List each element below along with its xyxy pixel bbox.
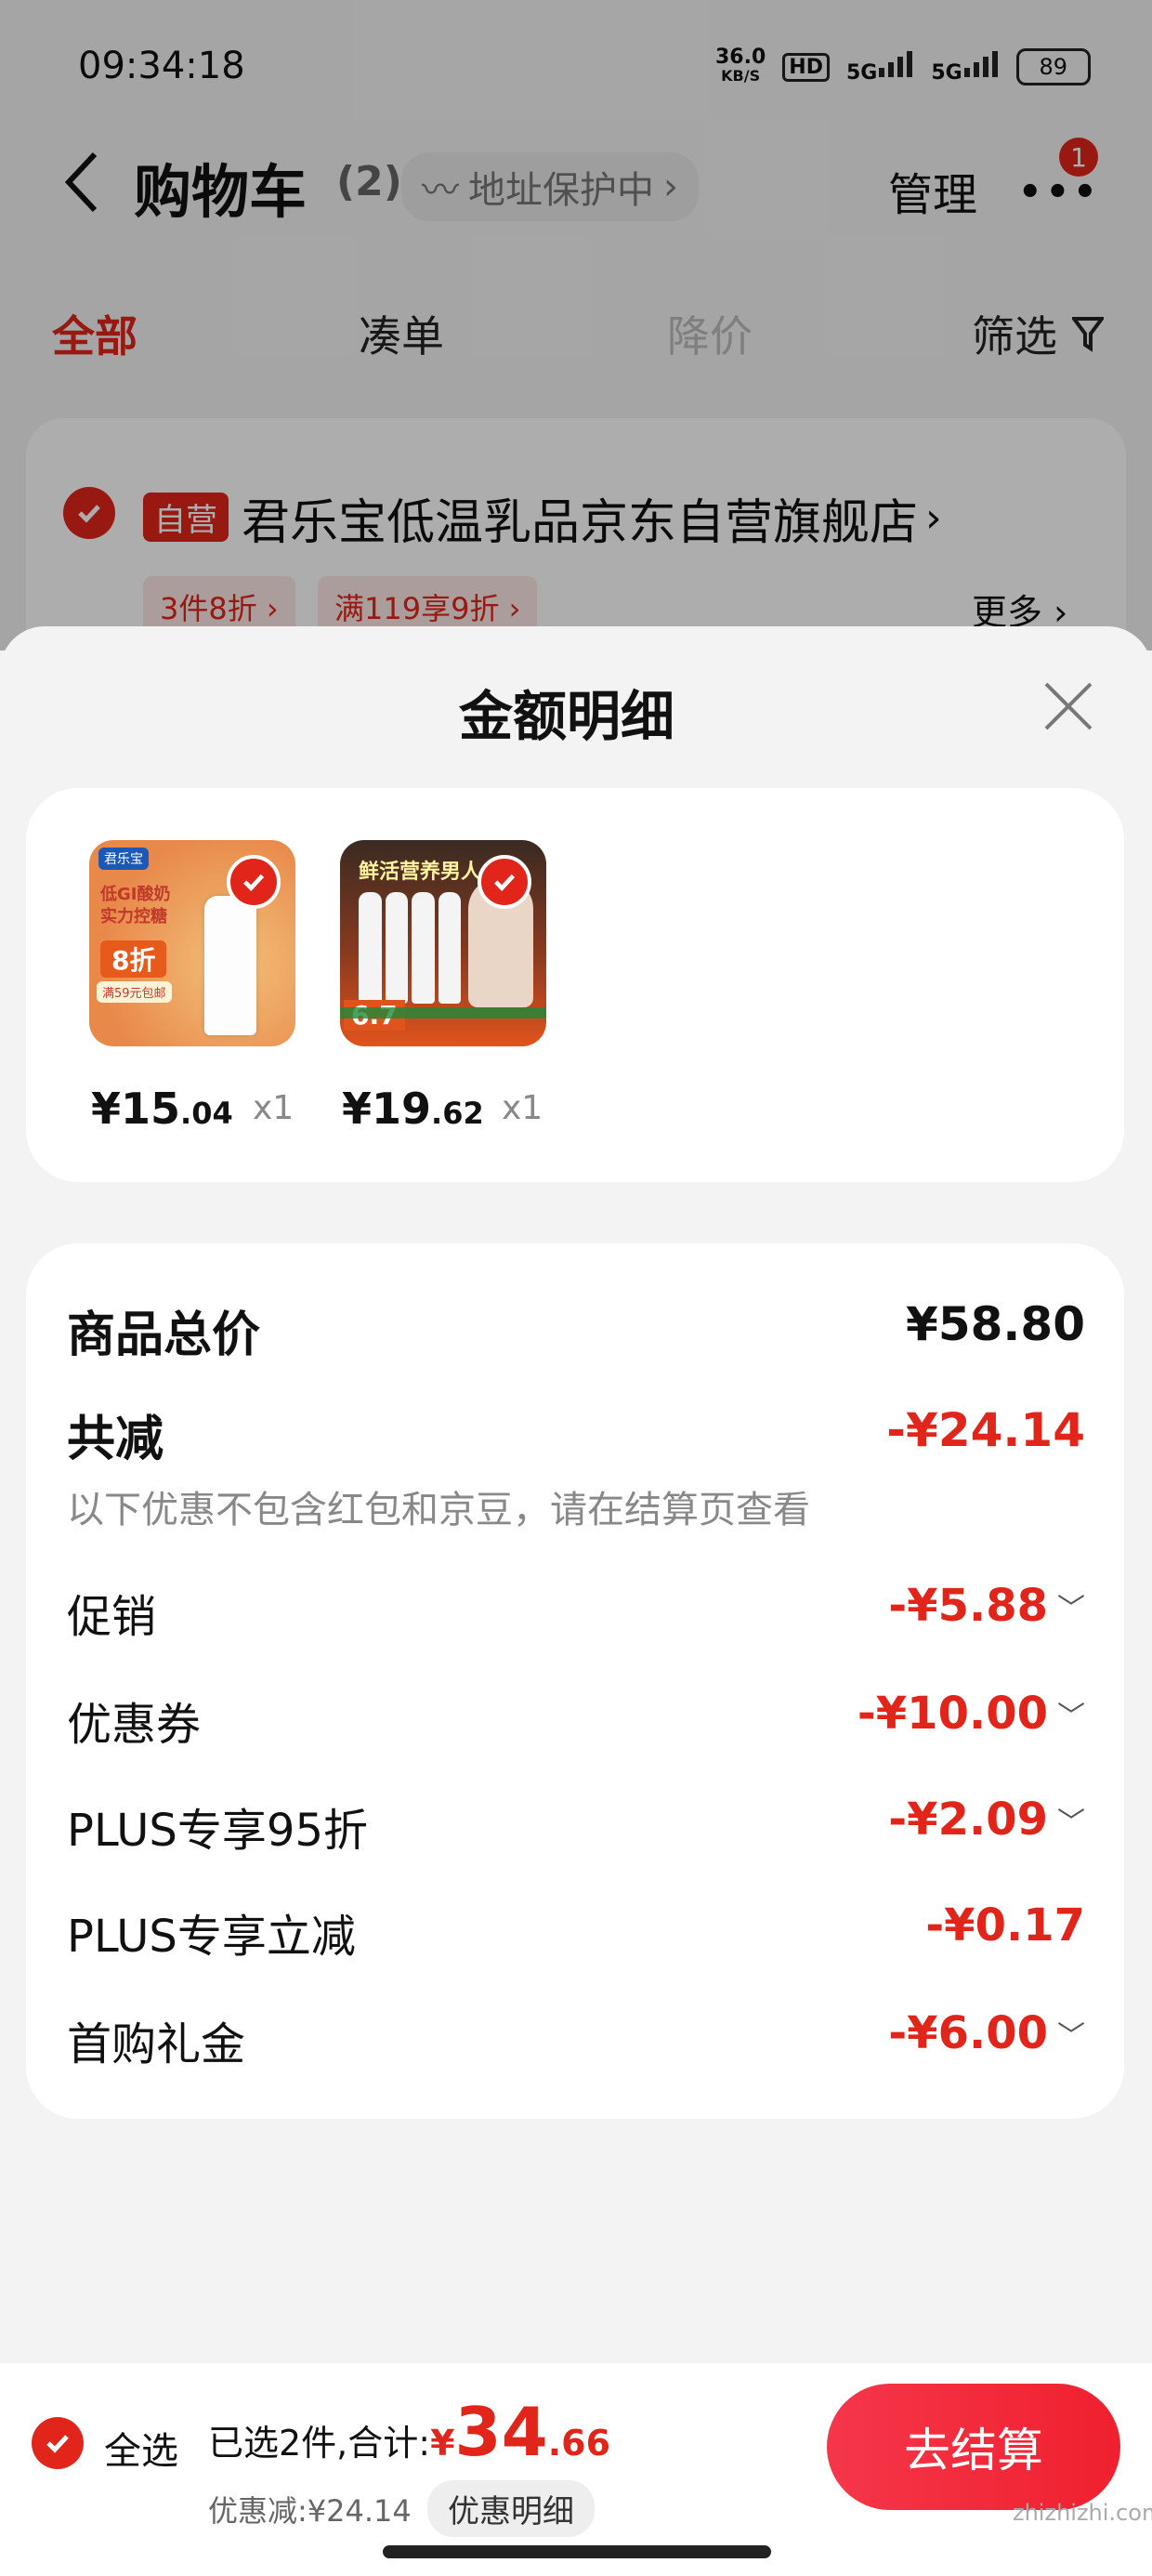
row-label-plus-95: PLUS专享95折 xyxy=(67,1805,368,1857)
total-reduce-label: 共减 xyxy=(67,1412,164,1467)
discount-note: 以下优惠不包含红包和京豆，请在结算页查看 xyxy=(67,1489,810,1531)
chevron-down-icon: ﹀ xyxy=(1057,1701,1085,1733)
select-all-check-icon[interactable] xyxy=(32,2417,84,2469)
home-indicator[interactable] xyxy=(383,2545,771,2558)
total-amount-int: 34 xyxy=(454,2393,548,2471)
green-strip xyxy=(340,1007,546,1019)
total-amount-dec: .66 xyxy=(547,2423,611,2464)
row-value-coupon[interactable]: -¥10.00 ﹀ xyxy=(857,1688,1085,1740)
watermark: zhizhizhi.com xyxy=(1013,2500,1152,2526)
total-reduce-value: -¥24.14 xyxy=(886,1403,1085,1457)
total-price-value: ¥58.80 xyxy=(906,1297,1085,1351)
discount-detail-button[interactable]: 优惠明细 xyxy=(427,2480,595,2537)
row-label-promotion: 促销 xyxy=(67,1591,157,1643)
row-value-plus-reduce: -¥0.17 xyxy=(925,1899,1085,1952)
item-qty-1: x1 xyxy=(253,1089,295,1127)
amount-detail-sheet: 金额明细 君乐宝 低GI酸奶 实力控糖 8折 满59元包邮 ¥15.04 x1 … xyxy=(0,626,1152,2576)
chevron-down-icon: ﹀ xyxy=(1057,2020,1085,2053)
checkout-button[interactable]: 去结算 xyxy=(827,2384,1120,2510)
bottle-shape xyxy=(204,896,256,1035)
row-value-promotion[interactable]: -¥5.88 ﹀ xyxy=(888,1580,1085,1632)
sheet-title: 金额明细 xyxy=(459,685,675,748)
row-value-first-gift[interactable]: -¥6.00 ﹀ xyxy=(888,2007,1085,2059)
dim-overlay[interactable] xyxy=(0,0,1152,651)
bottles-group xyxy=(359,892,461,1004)
item-qty-2: x1 xyxy=(502,1089,543,1127)
item-price-2: ¥19.62 xyxy=(342,1084,484,1134)
row-label-first-gift: 首购礼金 xyxy=(67,2018,246,2070)
chevron-down-icon: ﹀ xyxy=(1057,1807,1085,1839)
item-price-1: ¥15.04 xyxy=(91,1084,233,1134)
row-value-plus-95[interactable]: -¥2.09 ﹀ xyxy=(888,1794,1085,1846)
row-label-plus-reduce: PLUS专享立减 xyxy=(67,1911,356,1963)
summary-card: 商品总价 ¥58.80 共减 -¥24.14 以下优惠不包含红包和京豆，请在结算… xyxy=(26,1243,1124,2119)
checkout-bar: 全选 已选2件,合计: ¥ 34 .66 优惠减:¥24.14 优惠明细 去结算 xyxy=(0,2363,1152,2576)
discount-summary: 优惠减:¥24.14 xyxy=(208,2493,412,2529)
close-icon[interactable] xyxy=(1042,680,1094,736)
item-check-icon-1[interactable] xyxy=(227,855,281,909)
items-card: 君乐宝 低GI酸奶 实力控糖 8折 满59元包邮 ¥15.04 x1 鲜活营养男… xyxy=(26,788,1124,1182)
product-thumbnail-1[interactable]: 君乐宝 低GI酸奶 实力控糖 8折 满59元包邮 xyxy=(89,840,295,1046)
item-check-icon-2[interactable] xyxy=(478,855,531,909)
product-thumbnail-2[interactable]: 鲜活营养男人 6.7 xyxy=(340,840,546,1046)
total-price-label: 商品总价 xyxy=(67,1308,261,1363)
chevron-down-icon: ﹀ xyxy=(1057,1593,1085,1625)
select-all-label[interactable]: 全选 xyxy=(104,2421,178,2475)
total-line: 已选2件,合计: ¥ 34 .66 xyxy=(208,2393,611,2471)
row-label-coupon: 优惠券 xyxy=(67,1699,202,1751)
